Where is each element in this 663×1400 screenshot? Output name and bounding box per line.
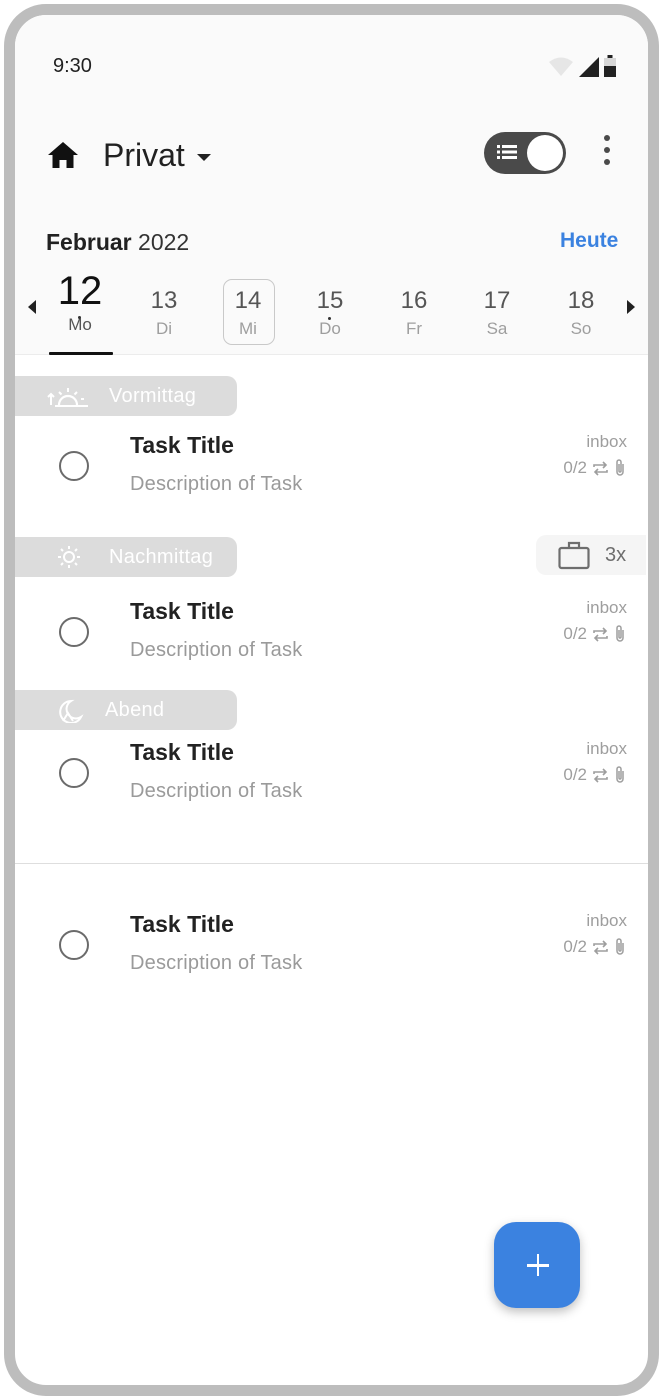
battery-icon [604,55,616,77]
day-number: 18 [567,287,595,314]
list-icon [497,145,517,159]
task-title: Task Title [130,432,234,458]
day-item-selected[interactable]: 12 Mo [47,267,113,355]
day-item[interactable]: 16 Fr [381,267,447,355]
today-outline [223,279,275,345]
view-toggle[interactable] [484,132,566,174]
moon-icon [59,699,84,723]
work-badge[interactable]: 3x [536,535,646,575]
toggle-knob [527,135,563,171]
section-label: Abend [105,698,165,721]
task-item[interactable]: Task Title Description of Task inbox 0/2 [15,727,648,827]
task-title: Task Title [130,739,234,765]
more-vert-icon[interactable] [601,135,613,165]
status-bar: 9:30 [15,15,648,105]
subtask-progress: 0/2 [563,937,587,956]
task-item[interactable]: Task Title Description of Task inbox 0/2 [15,420,648,520]
signal-icon [579,57,599,77]
task-description: Description of Task [130,952,303,974]
section-header-vormittag: Vormittag [15,376,237,416]
task-description: Description of Task [130,473,303,495]
briefcase-icon [558,541,590,570]
task-title: Task Title [130,911,234,937]
task-list-name: inbox [586,739,627,758]
sun-icon [58,546,80,568]
event-dot [328,317,331,320]
year-label: 2022 [138,229,190,255]
day-item[interactable]: 13 Di [131,267,197,355]
day-number: 17 [483,287,511,314]
subtask-progress: 0/2 [563,765,587,784]
add-task-button[interactable] [494,1222,580,1308]
task-item[interactable]: Task Title Description of Task inbox 0/2 [15,899,648,999]
task-list-name: inbox [586,432,627,451]
repeat-icon [593,939,608,955]
status-icons [548,55,616,77]
chevron-down-icon [196,154,211,161]
day-item-today[interactable]: 14 Mi [215,267,281,355]
repeat-icon [593,460,608,476]
day-item[interactable]: 18 So [548,267,614,355]
phone-frame: 9:30 Privat Februar 2022 Heute 12 Mo 13 … [4,4,659,1396]
attachment-icon [616,766,624,783]
task-meta: 0/2 [563,458,626,478]
attachment-icon [616,459,624,476]
app-bar: Privat [15,105,648,205]
day-name: So [570,319,592,338]
task-checkbox[interactable] [59,930,89,960]
day-name: Do [319,319,341,338]
day-number: 13 [150,287,178,314]
day-name: Fr [405,319,423,338]
app-title: Privat [103,137,185,173]
day-number: 16 [400,287,428,314]
task-description: Description of Task [130,780,303,802]
subtask-progress: 0/2 [563,624,587,643]
list-selector[interactable]: Privat [103,137,211,174]
day-item[interactable]: 15 Do [297,267,363,355]
selected-underline [49,352,113,355]
section-label: Vormittag [109,384,197,407]
section-divider [15,863,648,864]
task-meta: 0/2 [563,624,626,644]
home-icon[interactable] [47,141,79,169]
attachment-icon [616,938,624,955]
work-count: 3x [605,544,627,566]
attachment-icon [616,625,624,642]
task-checkbox[interactable] [59,617,89,647]
task-item[interactable]: Task Title Description of Task inbox 0/2 [15,586,648,686]
repeat-icon [593,767,608,783]
day-item[interactable]: 17 Sa [464,267,530,355]
month-year: Februar 2022 [46,229,189,256]
day-name: Di [155,319,173,338]
month-label: Februar [46,229,132,255]
event-dot [78,316,81,319]
task-meta: 0/2 [563,937,626,957]
section-label: Nachmittag [109,545,214,568]
task-description: Description of Task [130,639,303,661]
day-number: 12 [57,269,103,313]
day-name: Sa [486,319,508,338]
calendar-header: Februar 2022 Heute 12 Mo 13 Di 14 Mi 15 … [15,205,648,355]
task-list-name: inbox [586,911,627,930]
repeat-icon [593,626,608,642]
plus-icon-vertical [536,1254,539,1276]
wifi-icon [549,57,573,76]
section-header-abend: Abend [15,690,237,730]
task-title: Task Title [130,598,234,624]
screen: 9:30 Privat Februar 2022 Heute 12 Mo 13 … [15,15,648,1385]
task-checkbox[interactable] [59,758,89,788]
sunrise-icon [47,388,88,407]
status-time: 9:30 [53,55,92,77]
task-meta: 0/2 [563,765,626,785]
week-strip: 12 Mo 13 Di 14 Mi 15 Do 16 Fr 17 Sa 18 S… [15,267,648,355]
task-list-name: inbox [586,598,627,617]
day-number: 15 [316,287,344,314]
subtask-progress: 0/2 [563,458,587,477]
today-button[interactable]: Heute [560,229,618,253]
task-checkbox[interactable] [59,451,89,481]
section-header-nachmittag: Nachmittag [15,537,237,577]
